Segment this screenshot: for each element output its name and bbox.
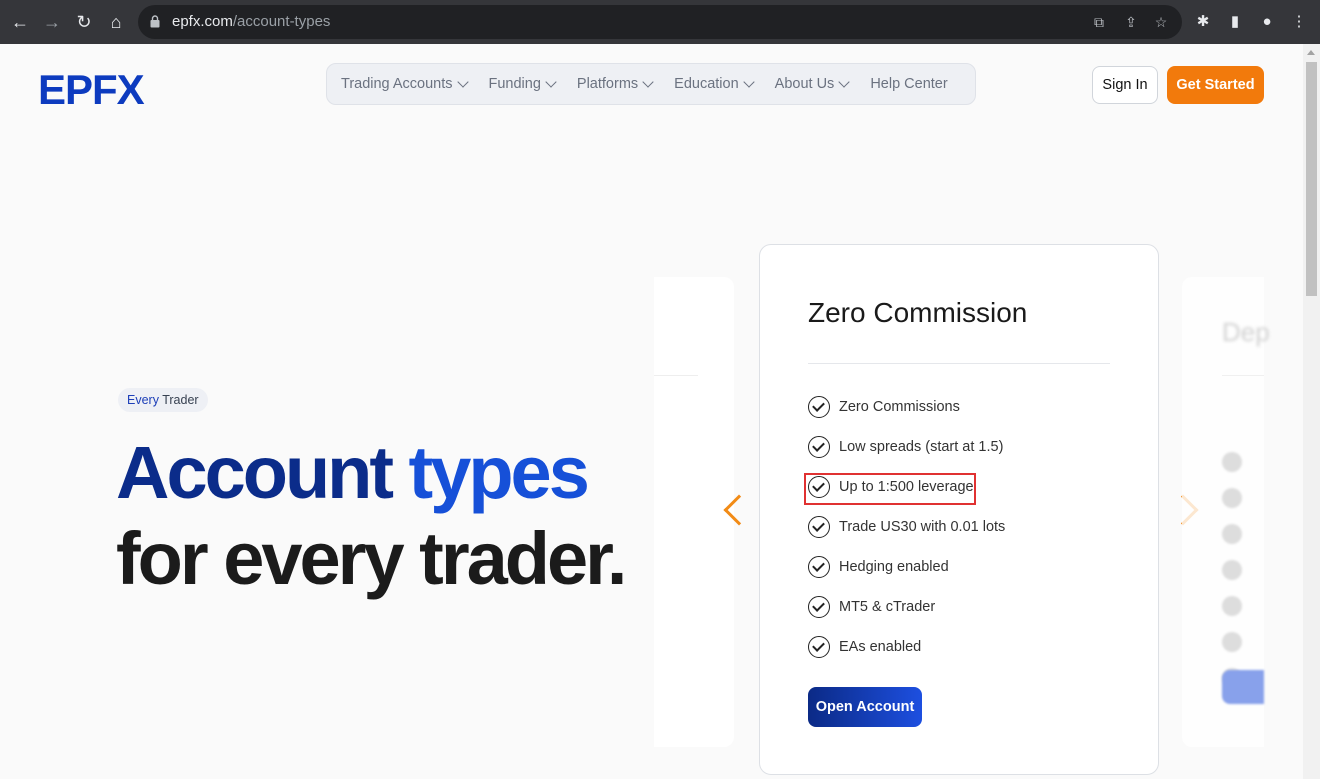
hero-title-line2: for every trader. <box>116 517 627 600</box>
next-account-card: Dep <box>1182 277 1270 747</box>
menu-icon[interactable]: ⋮ <box>1288 11 1310 33</box>
sign-in-button[interactable]: Sign In <box>1092 66 1158 104</box>
scroll-up-icon[interactable] <box>1307 50 1315 55</box>
check-circle-icon <box>808 516 830 538</box>
feature-item: Zero Commissions <box>808 395 960 419</box>
home-icon[interactable]: ⌂ <box>104 10 128 34</box>
back-icon[interactable]: ← <box>8 10 32 34</box>
feature-item: Low spreads (start at 1.5) <box>808 435 1003 459</box>
translate-icon[interactable]: ⧉ <box>1090 13 1108 31</box>
check-circle-icon <box>808 596 830 618</box>
nav-platforms[interactable]: Platforms <box>577 75 654 92</box>
profile-icon[interactable]: ● <box>1256 11 1278 33</box>
chevron-down-icon <box>456 75 469 88</box>
forward-icon[interactable]: → <box>40 10 64 34</box>
check-circle-icon <box>808 396 830 418</box>
get-started-button[interactable]: Get Started <box>1167 66 1264 104</box>
check-circle-icon <box>808 436 830 458</box>
main-nav: Trading Accounts Funding Platforms Educa… <box>326 63 976 105</box>
chevron-down-icon <box>838 75 850 88</box>
check-circle-icon <box>808 556 830 578</box>
epfx-logo[interactable]: EPFX <box>38 66 145 114</box>
side-panel-icon[interactable]: ▮ <box>1224 11 1246 33</box>
url-text: epfx.com/account-types <box>172 13 331 30</box>
page-scrollbar[interactable] <box>1303 44 1320 779</box>
share-icon[interactable]: ⇪ <box>1122 13 1140 31</box>
feature-item: MT5 & cTrader <box>808 595 935 619</box>
every-trader-badge: Every Trader <box>118 388 208 412</box>
check-circle-icon <box>808 636 830 658</box>
extensions-icon[interactable]: ✱ <box>1192 11 1214 33</box>
previous-account-card <box>654 277 734 747</box>
lock-icon <box>150 15 160 28</box>
account-card-zero-commission: Zero Commission Zero Commissions Low spr… <box>759 244 1159 775</box>
open-account-button[interactable]: Open Account <box>808 687 922 727</box>
next-card-title: Dep <box>1222 317 1270 347</box>
nav-about-us[interactable]: About Us <box>775 75 850 92</box>
feature-item: Trade US30 with 0.01 lots <box>808 515 1005 539</box>
address-bar[interactable]: epfx.com/account-types ⧉ ⇪ ☆ <box>138 5 1182 39</box>
reload-icon[interactable]: ↻ <box>72 10 96 34</box>
scrollbar-thumb[interactable] <box>1306 62 1317 296</box>
leverage-highlight-box <box>804 473 976 505</box>
feature-item: EAs enabled <box>808 635 921 659</box>
next-card-open-button[interactable] <box>1222 670 1264 704</box>
chevron-down-icon <box>545 75 557 88</box>
nav-education[interactable]: Education <box>674 75 755 92</box>
card-divider <box>808 363 1110 364</box>
nav-funding[interactable]: Funding <box>489 75 557 92</box>
hero-title-line1: Account types <box>116 431 590 514</box>
browser-toolbar: ← → ↻ ⌂ epfx.com/account-types ⧉ ⇪ ☆ ✱ ▮… <box>0 0 1320 44</box>
chevron-down-icon <box>642 75 654 88</box>
bookmark-star-icon[interactable]: ☆ <box>1152 13 1170 31</box>
page: EPFX Trading Accounts Funding Platforms … <box>0 44 1303 779</box>
nav-trading-accounts[interactable]: Trading Accounts <box>341 75 469 92</box>
card-title: Zero Commission <box>808 297 1028 328</box>
nav-help-center[interactable]: Help Center <box>870 76 947 92</box>
feature-item: Hedging enabled <box>808 555 949 579</box>
chevron-down-icon <box>742 75 755 88</box>
